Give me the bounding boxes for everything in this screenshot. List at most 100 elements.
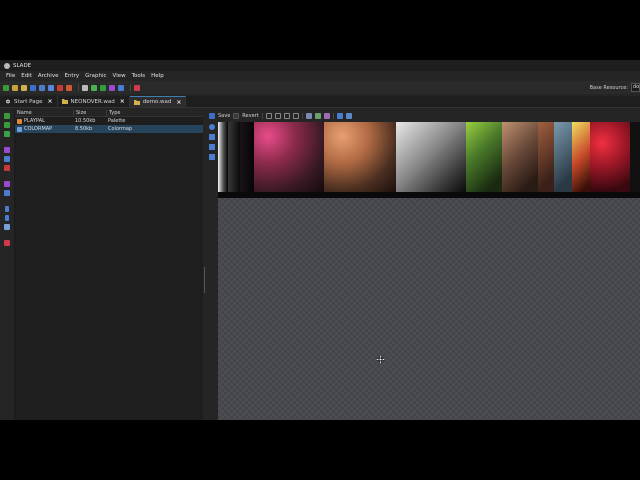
splitter-grip[interactable] <box>204 267 205 293</box>
entry-list-header: Name Size Type <box>15 109 203 117</box>
new-archive-icon[interactable] <box>3 84 9 91</box>
title-bar: SLADE <box>0 60 640 71</box>
save-all-icon[interactable] <box>48 84 54 91</box>
gfx-editor: Save Revert <box>207 109 640 420</box>
properties-icon[interactable] <box>4 190 10 196</box>
entry-list: Name Size Type PLAYPAL 10.50kb Palette C… <box>15 109 203 420</box>
convert-icon[interactable] <box>336 112 343 119</box>
menu-tools[interactable]: Tools <box>129 73 149 79</box>
delete-icon[interactable] <box>4 165 10 171</box>
save-icon[interactable] <box>30 84 36 91</box>
translate-icon[interactable] <box>323 112 330 119</box>
list-item[interactable]: PLAYPAL 10.50kb Palette <box>15 117 203 125</box>
new-entry-icon[interactable] <box>4 113 10 119</box>
run-icon[interactable] <box>82 84 88 91</box>
bookmark-icon[interactable] <box>4 240 10 246</box>
export-icon[interactable] <box>4 131 10 137</box>
close-all-icon[interactable] <box>66 84 72 91</box>
slade-window: SLADE File Edit Archive Entry Graphic Vi… <box>0 60 640 420</box>
entry-actions-strip <box>0 109 15 420</box>
menu-bar: File Edit Archive Entry Graphic View Too… <box>0 71 640 81</box>
toolbar-separator <box>78 84 79 91</box>
tab-neonover-wad[interactable]: NEONOVER.wad × <box>58 96 130 107</box>
list-item[interactable]: COLORMAP 8.50kb Colormap <box>15 125 203 133</box>
flip-icon[interactable] <box>274 112 281 119</box>
arrow-down-icon[interactable] <box>5 215 9 221</box>
toolbar-separator <box>130 84 131 91</box>
video-letterbox-bottom <box>0 420 640 480</box>
arrow-up-icon[interactable] <box>5 206 9 212</box>
folder-icon <box>133 99 140 105</box>
tab-start-page[interactable]: Start Page × <box>1 96 58 107</box>
menu-entry[interactable]: Entry <box>61 73 82 79</box>
tab-label: Start Page <box>14 98 43 105</box>
column-name[interactable]: Name <box>15 110 73 116</box>
colormap-icon <box>17 126 22 132</box>
entry-type: Colormap <box>108 126 133 132</box>
editor-tool-strip <box>207 122 218 420</box>
colormap-image <box>218 122 640 198</box>
gear-icon <box>6 99 10 104</box>
entry-name: PLAYPAL <box>24 118 45 124</box>
toolbar-separator <box>332 112 334 119</box>
base-resource-dropdown[interactable]: doom2.wad <box>631 83 640 92</box>
bookmark-icon[interactable] <box>134 84 140 91</box>
toolbar-separator <box>261 112 263 119</box>
brush-icon[interactable] <box>209 144 215 150</box>
crop-icon[interactable] <box>292 112 299 119</box>
slade-app-icon <box>4 62 10 69</box>
move-cursor-icon <box>376 355 385 364</box>
entry-name: COLORMAP <box>24 126 53 132</box>
mirror-icon[interactable] <box>265 112 272 119</box>
entry-size: 8.50kb <box>75 126 93 132</box>
tab-label: NEONOVER.wad <box>70 98 115 105</box>
image-canvas[interactable] <box>218 122 640 420</box>
colourise-icon[interactable] <box>305 112 312 119</box>
tab-demo-wad[interactable]: demo.wad × <box>129 96 187 107</box>
entry-size: 10.50kb <box>75 118 96 124</box>
menu-help[interactable]: Help <box>148 73 167 79</box>
menu-archive[interactable]: Archive <box>35 73 62 79</box>
play-icon[interactable] <box>100 84 106 91</box>
copy-icon[interactable] <box>4 156 10 162</box>
save-as-icon[interactable] <box>39 84 45 91</box>
base-resource-control: Base Resource: doom2.wad <box>590 83 640 92</box>
transparency-icon[interactable] <box>345 112 352 119</box>
close-tab-icon[interactable]: × <box>176 99 181 106</box>
archive-tab-bar: Start Page × NEONOVER.wad × demo.wad × <box>0 96 640 108</box>
rotate-icon[interactable] <box>283 112 290 119</box>
save-icon[interactable] <box>209 112 215 119</box>
filter-icon[interactable] <box>4 181 10 187</box>
palette-icon <box>17 118 22 124</box>
move-icon[interactable] <box>209 124 215 130</box>
editor-toolbar: Save Revert <box>207 111 352 120</box>
revert-button[interactable]: Revert <box>242 113 258 119</box>
column-type[interactable]: Type <box>106 109 201 116</box>
entry-type: Palette <box>108 118 126 124</box>
pencil-icon[interactable] <box>209 134 215 140</box>
tools-icon[interactable] <box>118 84 124 91</box>
maps-icon[interactable] <box>91 84 97 91</box>
import-icon[interactable] <box>4 122 10 128</box>
close-tab-icon[interactable]: × <box>120 98 125 105</box>
save-button[interactable]: Save <box>218 113 230 119</box>
menu-file[interactable]: File <box>3 73 18 79</box>
open-archive-icon[interactable] <box>12 84 18 91</box>
tint-icon[interactable] <box>314 112 321 119</box>
window-title: SLADE <box>13 62 32 69</box>
menu-view[interactable]: View <box>110 73 129 79</box>
close-icon[interactable] <box>57 84 63 91</box>
tab-label: demo.wad <box>142 99 172 105</box>
eyedropper-icon[interactable] <box>209 154 215 160</box>
base-resource-label: Base Resource: <box>589 84 628 91</box>
close-tab-icon[interactable]: × <box>48 98 53 105</box>
open-dir-icon[interactable] <box>21 84 27 91</box>
rename-icon[interactable] <box>4 147 10 153</box>
column-size[interactable]: Size <box>73 109 106 116</box>
revert-icon[interactable] <box>233 112 240 119</box>
toolbar-separator <box>301 112 303 119</box>
scripts-icon[interactable] <box>109 84 115 91</box>
menu-edit[interactable]: Edit <box>18 73 35 79</box>
sort-icon[interactable] <box>4 224 10 230</box>
menu-graphic[interactable]: Graphic <box>82 73 109 79</box>
